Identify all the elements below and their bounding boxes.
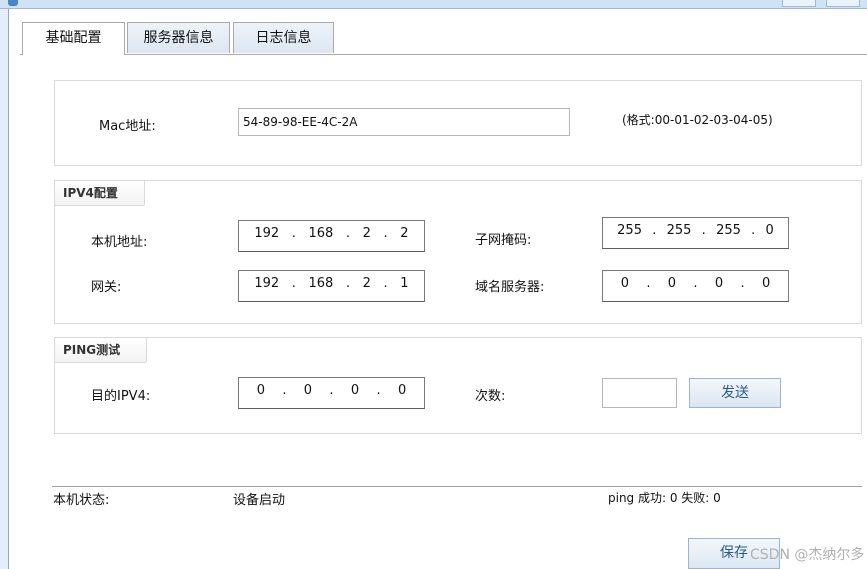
- ip-octet: 0: [620, 276, 629, 291]
- status-divider: [52, 486, 862, 487]
- status-label: 本机状态:: [53, 493, 110, 508]
- ipv4-config-group: IPV4配置 本机地址: 192. 168. 2. 2 子网掩码: 255. 2…: [54, 180, 862, 324]
- mac-group: Mac地址: 54-89-98-EE-4C-2A (格式:00-01-02-03…: [54, 80, 862, 166]
- ip-octet: 0: [397, 383, 407, 398]
- ip-octet: 255: [716, 223, 741, 238]
- ping-test-group: PING测试 目的IPV4: 0. 0. 0. 0 次数: 发送: [54, 337, 862, 434]
- ping-result: ping 成功: 0 失败: 0: [608, 491, 721, 505]
- dns-label: 域名服务器:: [475, 280, 545, 295]
- ping-legend: PING测试: [55, 338, 148, 363]
- tab-bar: 基础配置 服务器信息 日志信息: [20, 22, 867, 55]
- ip-octet: 0: [714, 276, 724, 291]
- ip-octet: 0: [303, 383, 313, 398]
- ping-count-input[interactable]: [602, 378, 677, 408]
- ip-octet: 0: [765, 223, 774, 238]
- ip-octet: 192: [254, 226, 280, 241]
- ip-octet: 168: [308, 226, 334, 241]
- ipv4-legend: IPV4配置: [55, 181, 145, 206]
- ping-count-label: 次数:: [475, 389, 506, 404]
- watermark: CSDN @杰纳尔多: [750, 547, 865, 563]
- gateway-input[interactable]: 192. 168. 2. 1: [238, 270, 425, 302]
- close-button[interactable]: [826, 0, 860, 7]
- local-ip-label: 本机地址:: [91, 235, 148, 250]
- window-titlebar: [0, 0, 867, 9]
- ip-octet: 2: [362, 276, 371, 291]
- ip-octet: 0: [667, 276, 677, 291]
- subnet-mask-input[interactable]: 255. 255. 255. 0: [602, 217, 789, 249]
- ip-octet: 0: [350, 383, 360, 398]
- subnet-mask-label: 子网掩码:: [475, 233, 532, 248]
- app-icon: [8, 0, 18, 6]
- ip-octet: 168: [308, 276, 334, 291]
- mac-label: Mac地址:: [99, 119, 156, 134]
- ip-octet: 255: [617, 223, 642, 238]
- tab-log-info[interactable]: 日志信息: [233, 22, 334, 53]
- status-value: 设备启动: [233, 493, 286, 508]
- ip-octet: 0: [256, 383, 265, 398]
- window-left-border: [0, 9, 9, 569]
- ip-octet: 2: [400, 226, 409, 241]
- ping-target-label: 目的IPV4:: [91, 389, 151, 404]
- ping-target-input[interactable]: 0. 0. 0. 0: [238, 377, 425, 409]
- local-ip-input[interactable]: 192. 168. 2. 2: [238, 220, 425, 252]
- minimize-button[interactable]: [782, 0, 816, 7]
- gateway-label: 网关:: [91, 280, 122, 295]
- mac-input[interactable]: 54-89-98-EE-4C-2A: [238, 108, 570, 136]
- ip-octet: 1: [400, 276, 409, 291]
- ip-octet: 192: [254, 276, 280, 291]
- tab-basic-config[interactable]: 基础配置: [22, 22, 125, 55]
- ip-octet: 0: [761, 276, 771, 291]
- ip-octet: 2: [362, 226, 371, 241]
- send-button[interactable]: 发送: [689, 378, 781, 408]
- ip-octet: 255: [666, 223, 692, 238]
- mac-format-hint: (格式:00-01-02-03-04-05): [622, 113, 773, 127]
- dns-input[interactable]: 0. 0. 0. 0: [602, 270, 789, 302]
- tab-server-info[interactable]: 服务器信息: [127, 22, 230, 53]
